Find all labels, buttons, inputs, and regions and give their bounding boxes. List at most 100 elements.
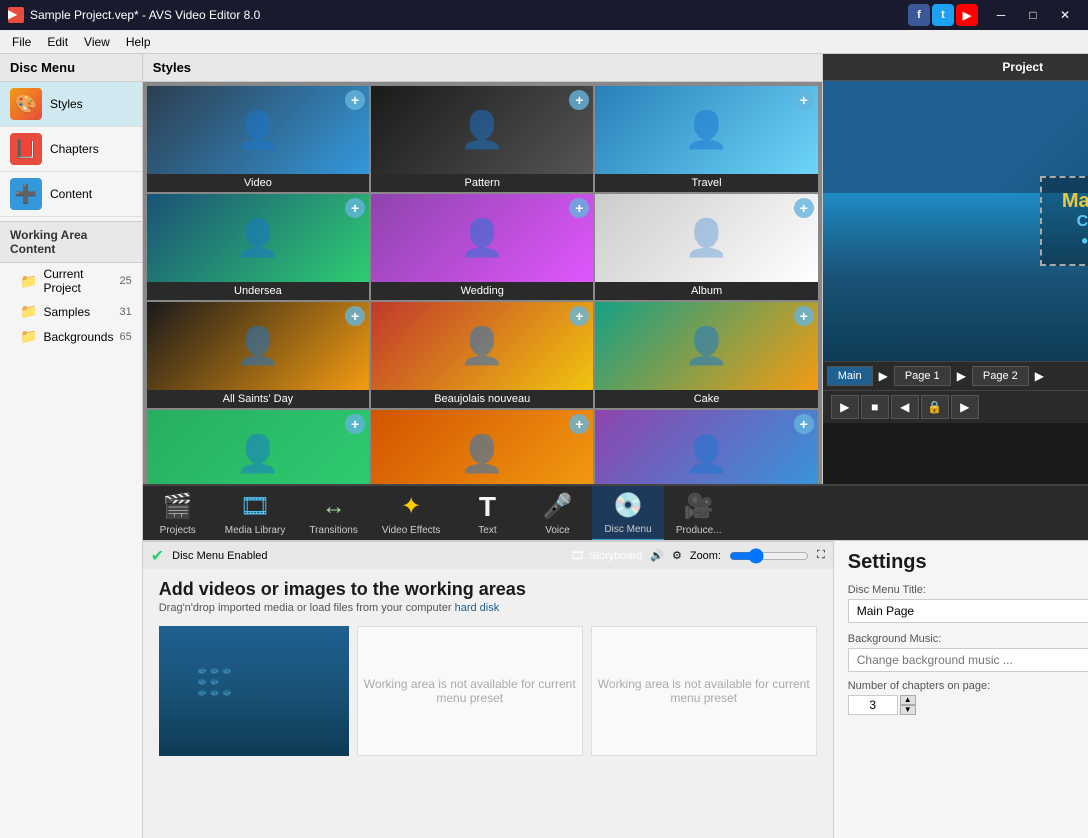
- style-thumb-video: 👤 +: [147, 86, 369, 174]
- toolbar-label-transitions: Transitions: [309, 525, 358, 536]
- voice-icon: 🎤: [541, 491, 573, 523]
- working-item-media: 🐟🐟🐟🐟🐟🐟🐟🐟: [159, 626, 349, 756]
- style-item-pattern[interactable]: 👤 + Pattern: [371, 86, 593, 192]
- toolbar-btn-effects[interactable]: ✦ Video Effects: [370, 487, 453, 540]
- toolbar-btn-voice[interactable]: 🎤 Voice: [522, 487, 592, 540]
- person-icon-undersea: 👤: [235, 217, 280, 259]
- style-add-btn-p2[interactable]: +: [569, 414, 589, 434]
- sidebar-item-samples[interactable]: 📁 Samples 31: [0, 299, 142, 324]
- spinbox-up[interactable]: ▲: [900, 695, 916, 705]
- prev-frame-button[interactable]: ◀: [891, 395, 919, 419]
- storyboard-label: Storyboard: [588, 550, 642, 562]
- style-add-btn[interactable]: +: [345, 90, 365, 110]
- style-add-btn-p3[interactable]: +: [794, 414, 814, 434]
- style-item-wedding[interactable]: 👤 + Wedding: [371, 194, 593, 300]
- upper-content: Styles 👤 + Video 👤: [143, 54, 1088, 484]
- style-thumb-partial1: 👤 +: [147, 410, 369, 484]
- sidebar-item-backgrounds[interactable]: 📁 Backgrounds 65: [0, 324, 142, 349]
- toolbar-label-projects: Projects: [160, 525, 196, 536]
- style-item-allsaints[interactable]: 👤 + All Saints' Day: [147, 302, 369, 408]
- toolbar-label-discmenu: Disc Menu: [604, 524, 651, 535]
- style-add-btn-wedding[interactable]: +: [569, 198, 589, 218]
- styles-grid-inner: 👤 + Video 👤 + Pattern: [147, 86, 818, 484]
- style-label-beaujolais: Beaujolais nouveau: [371, 390, 593, 408]
- style-item-video[interactable]: 👤 + Video: [147, 86, 369, 192]
- toolbar-label-effects: Video Effects: [382, 525, 441, 536]
- background-music-row: Browse...: [848, 648, 1088, 672]
- style-add-btn-allsaints[interactable]: +: [345, 306, 365, 326]
- twitter-icon[interactable]: t: [932, 4, 954, 26]
- hard-disk-link[interactable]: hard disk: [455, 602, 500, 614]
- style-item-travel[interactable]: 👤 + Travel: [595, 86, 817, 192]
- zoom-slider[interactable]: [729, 548, 809, 564]
- toolbar-btn-discmenu[interactable]: 💿 Disc Menu: [592, 486, 663, 541]
- style-item-cake[interactable]: 👤 + Cake: [595, 302, 817, 408]
- disc-menu-title-input[interactable]: [848, 599, 1088, 623]
- style-add-btn-album[interactable]: +: [794, 198, 814, 218]
- spinbox-down[interactable]: ▼: [900, 705, 916, 715]
- style-add-btn-p1[interactable]: +: [345, 414, 365, 434]
- preview-title-box: Main Page Chapters • Play •: [1040, 176, 1088, 266]
- style-add-btn-beaujolais[interactable]: +: [569, 306, 589, 326]
- person-icon-beaujolais: 👤: [460, 325, 505, 367]
- style-item-partial1[interactable]: 👤 +: [147, 410, 369, 484]
- expand-icon[interactable]: ⛶: [817, 549, 825, 562]
- working-item-empty-2: Working area is not available for curren…: [591, 626, 817, 756]
- youtube-icon[interactable]: ▶: [956, 4, 978, 26]
- backgrounds-count: 65: [119, 331, 131, 343]
- fish-silhouette: 🐟🐟🐟🐟🐟🐟🐟🐟: [197, 665, 234, 698]
- toolbar-btn-transitions[interactable]: ↔ Transitions: [297, 487, 370, 540]
- page-btn-2[interactable]: Page 2: [972, 366, 1029, 386]
- sidebar-item-current-project[interactable]: 📁 Current Project 25: [0, 263, 142, 299]
- sidebar-btn-styles[interactable]: 🎨 Styles: [0, 82, 142, 127]
- play-button[interactable]: ▶: [831, 395, 859, 419]
- stop-button[interactable]: ■: [861, 395, 889, 419]
- disc-menu-header: Disc Menu: [0, 54, 142, 82]
- chapters-label: Chapters: [50, 142, 99, 156]
- window-title: Sample Project.vep* - AVS Video Editor 8…: [30, 8, 908, 22]
- lock-button[interactable]: 🔒: [921, 395, 949, 419]
- toolbar-label-produce: Produce...: [676, 525, 722, 536]
- toolbar-btn-text[interactable]: T Text: [452, 487, 522, 540]
- style-add-btn-cake[interactable]: +: [794, 306, 814, 326]
- next-frame-button[interactable]: ▶: [951, 395, 979, 419]
- person-icon-cake: 👤: [684, 325, 729, 367]
- settings-icon[interactable]: ⚙: [672, 549, 682, 562]
- preview-play: • Play •: [1062, 231, 1088, 252]
- toolbar-label-text: Text: [478, 525, 496, 536]
- chapters-input[interactable]: [848, 695, 898, 715]
- menu-help[interactable]: Help: [118, 33, 159, 51]
- maximize-button[interactable]: □: [1018, 5, 1048, 25]
- toolbar-btn-produce[interactable]: 🎥 Produce...: [664, 487, 734, 540]
- style-add-btn-undersea[interactable]: +: [345, 198, 365, 218]
- style-item-beaujolais[interactable]: 👤 + Beaujolais nouveau: [371, 302, 593, 408]
- toolbar-btn-projects[interactable]: 🎬 Projects: [143, 487, 213, 540]
- style-add-btn-travel[interactable]: +: [794, 90, 814, 110]
- page-arrow-right: ▶: [875, 367, 892, 385]
- menu-view[interactable]: View: [76, 33, 118, 51]
- working-subtitle: Drag'n'drop imported media or load files…: [159, 602, 817, 614]
- effects-icon: ✦: [395, 491, 427, 523]
- current-project-count: 25: [119, 275, 131, 287]
- close-button[interactable]: ✕: [1050, 5, 1080, 25]
- style-thumb-allsaints: 👤 +: [147, 302, 369, 390]
- sidebar-btn-chapters[interactable]: 📕 Chapters: [0, 127, 142, 172]
- background-music-input[interactable]: [848, 648, 1088, 672]
- style-item-undersea[interactable]: 👤 + Undersea: [147, 194, 369, 300]
- page-btn-main[interactable]: Main: [827, 366, 873, 386]
- style-item-partial2[interactable]: 👤 +: [371, 410, 593, 484]
- style-add-btn-pattern[interactable]: +: [569, 90, 589, 110]
- menu-file[interactable]: File: [4, 33, 39, 51]
- menu-edit[interactable]: Edit: [39, 33, 76, 51]
- project-panel: Project Main Page Chapters • Play •: [823, 54, 1088, 484]
- sidebar-btn-content[interactable]: ➕ Content: [0, 172, 142, 217]
- facebook-icon[interactable]: f: [908, 4, 930, 26]
- transitions-icon: ↔: [318, 491, 350, 523]
- styles-grid[interactable]: 👤 + Video 👤 + Pattern: [143, 82, 822, 484]
- style-item-album[interactable]: 👤 + Album: [595, 194, 817, 300]
- minimize-button[interactable]: ─: [986, 5, 1016, 25]
- toolbar-btn-media[interactable]: 🎞 Media Library: [213, 487, 298, 540]
- storyboard-button[interactable]: 🎞 Storyboard: [570, 549, 642, 562]
- style-item-partial3[interactable]: 👤 +: [595, 410, 817, 484]
- page-btn-1[interactable]: Page 1: [894, 366, 951, 386]
